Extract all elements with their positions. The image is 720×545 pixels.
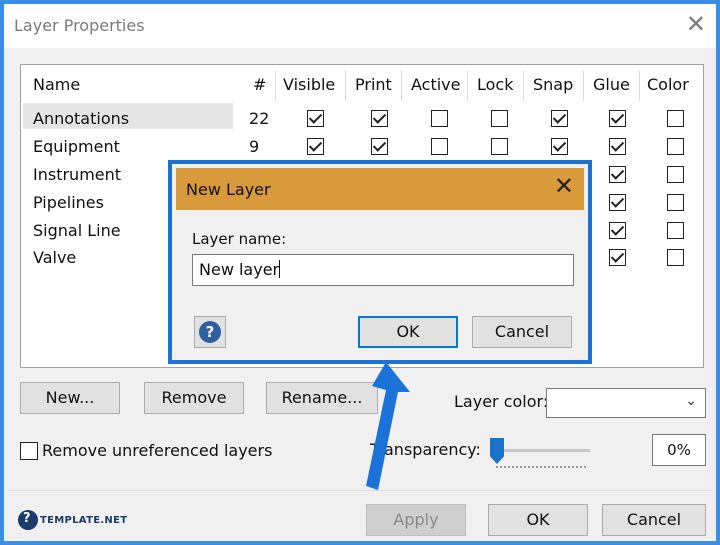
header-num[interactable]: # bbox=[253, 75, 266, 94]
visible-checkbox[interactable] bbox=[307, 138, 324, 155]
layer-name[interactable]: Annotations bbox=[33, 109, 129, 128]
glue-checkbox[interactable] bbox=[609, 110, 626, 127]
glue-checkbox[interactable] bbox=[609, 166, 626, 183]
color-checkbox[interactable] bbox=[667, 194, 684, 211]
glue-checkbox[interactable] bbox=[609, 194, 626, 211]
layer-name[interactable]: Pipelines bbox=[33, 193, 104, 212]
help-icon: ? bbox=[199, 321, 221, 343]
dialog-cancel-button[interactable]: Cancel bbox=[472, 316, 572, 348]
layer-count: 22 bbox=[249, 109, 270, 128]
new-layer-dialog: New Layer ✕ Layer name: New layer ? OK C… bbox=[168, 160, 592, 364]
color-checkbox[interactable] bbox=[667, 110, 684, 127]
layer-name-input[interactable]: New layer bbox=[192, 254, 574, 286]
header-color[interactable]: Color bbox=[647, 75, 689, 94]
color-checkbox[interactable] bbox=[667, 138, 684, 155]
visible-checkbox[interactable] bbox=[307, 110, 324, 127]
header-separator bbox=[523, 71, 524, 101]
layer-name[interactable]: Signal Line bbox=[33, 221, 121, 240]
dialog-ok-button[interactable]: OK bbox=[358, 316, 458, 348]
print-checkbox[interactable] bbox=[371, 138, 388, 155]
transparency-slider-track[interactable] bbox=[490, 449, 590, 452]
ok-button[interactable]: OK bbox=[488, 504, 588, 536]
lock-checkbox[interactable] bbox=[491, 110, 508, 127]
annotation-arrow-icon bbox=[366, 362, 410, 490]
layer-color-label: Layer color: bbox=[454, 392, 549, 411]
header-visible[interactable]: Visible bbox=[283, 75, 335, 94]
glue-checkbox[interactable] bbox=[609, 222, 626, 239]
header-separator bbox=[345, 71, 346, 101]
dialog-title: New Layer bbox=[186, 180, 271, 199]
help-icon bbox=[18, 510, 38, 530]
close-icon[interactable]: ✕ bbox=[554, 174, 574, 198]
layer-count: 9 bbox=[249, 137, 260, 156]
header-lock[interactable]: Lock bbox=[477, 75, 513, 94]
header-active[interactable]: Active bbox=[411, 75, 461, 94]
remove-layer-button[interactable]: Remove bbox=[144, 382, 244, 414]
header-snap[interactable]: Snap bbox=[533, 75, 573, 94]
new-layer-button[interactable]: New... bbox=[20, 382, 120, 414]
watermark-logo: TEMPLATE.NET bbox=[18, 510, 127, 530]
apply-button[interactable]: Apply bbox=[366, 504, 466, 536]
slider-ticks bbox=[496, 466, 586, 471]
layer-name-value: New layer bbox=[199, 260, 280, 279]
color-checkbox[interactable] bbox=[667, 222, 684, 239]
header-separator bbox=[401, 71, 402, 101]
color-checkbox[interactable] bbox=[667, 166, 684, 183]
layer-name[interactable]: Valve bbox=[33, 248, 76, 267]
chevron-down-icon: ⌄ bbox=[685, 393, 697, 409]
help-button[interactable]: ? bbox=[194, 316, 226, 348]
active-checkbox[interactable] bbox=[431, 138, 448, 155]
text-caret bbox=[279, 260, 281, 278]
snap-checkbox[interactable] bbox=[551, 138, 568, 155]
layer-name[interactable]: Equipment bbox=[33, 137, 120, 156]
arrow-shape bbox=[366, 362, 410, 490]
transparency-slider-thumb[interactable] bbox=[490, 438, 504, 464]
header-separator bbox=[583, 71, 584, 101]
color-checkbox[interactable] bbox=[667, 249, 684, 266]
remove-unreferenced-checkbox[interactable] bbox=[20, 442, 38, 460]
cancel-button[interactable]: Cancel bbox=[602, 504, 706, 536]
lock-checkbox[interactable] bbox=[491, 138, 508, 155]
layer-name-label: Layer name: bbox=[192, 230, 287, 248]
watermark-text: TEMPLATE.NET bbox=[40, 515, 128, 526]
layer-color-select[interactable]: ⌄ bbox=[546, 388, 706, 418]
layer-name[interactable]: Instrument bbox=[33, 165, 121, 184]
transparency-value[interactable]: 0% bbox=[652, 434, 706, 466]
glue-checkbox[interactable] bbox=[609, 249, 626, 266]
header-separator bbox=[639, 71, 640, 101]
dialog-title-bar: New Layer ✕ bbox=[176, 168, 584, 210]
snap-checkbox[interactable] bbox=[551, 110, 568, 127]
print-checkbox[interactable] bbox=[371, 110, 388, 127]
title-bar: Layer Properties ✕ bbox=[4, 4, 716, 48]
header-name[interactable]: Name bbox=[33, 75, 80, 94]
glue-checkbox[interactable] bbox=[609, 138, 626, 155]
close-icon[interactable]: ✕ bbox=[686, 12, 706, 36]
remove-unreferenced-label: Remove unreferenced layers bbox=[42, 441, 273, 460]
active-checkbox[interactable] bbox=[431, 110, 448, 127]
header-print[interactable]: Print bbox=[355, 75, 392, 94]
header-glue[interactable]: Glue bbox=[593, 75, 630, 94]
header-separator bbox=[467, 71, 468, 101]
header-separator bbox=[275, 71, 276, 101]
window-title: Layer Properties bbox=[14, 16, 145, 35]
